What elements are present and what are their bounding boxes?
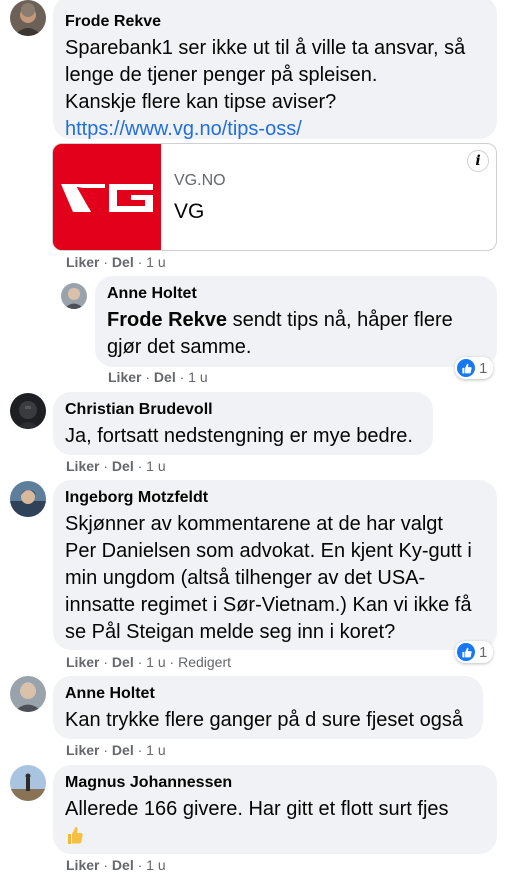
separator: · — [137, 254, 147, 270]
avatar[interactable] — [10, 0, 46, 36]
like-reaction-icon — [457, 359, 475, 377]
timestamp[interactable]: 1 u — [146, 254, 165, 270]
comment-text: Allerede 166 givere. Har gitt et flott s… — [65, 796, 485, 845]
avatar[interactable] — [10, 765, 46, 801]
reaction-number: 1 — [479, 359, 488, 377]
share-button[interactable]: Del — [112, 654, 134, 670]
avatar[interactable] — [10, 481, 46, 517]
comment-bubble: Magnus Johannessen Allerede 166 givere. … — [53, 765, 497, 854]
comment-text: Frode Rekve sendt tips nå, håper flere g… — [107, 307, 485, 361]
separator: · — [103, 458, 112, 474]
separator: · — [137, 654, 147, 670]
comment-line: Frode Rekve sendt tips nå, håper flere — [107, 307, 485, 334]
comment-line: Allerede 166 givere. Har gitt et flott s… — [65, 798, 449, 820]
share-button[interactable]: Del — [112, 857, 134, 873]
reaction-number: 1 — [479, 643, 488, 661]
comment-author[interactable]: Anne Holtet — [107, 284, 485, 304]
comment-line: Per Danielsen som advokat. En kjent Ky-g… — [65, 540, 472, 562]
timestamp[interactable]: 1 u — [188, 369, 207, 385]
avatar[interactable] — [10, 676, 46, 712]
comment-author[interactable]: Ingeborg Motzfeldt — [65, 488, 485, 508]
separator: · — [145, 369, 154, 385]
comment-author[interactable]: Anne Holtet — [65, 684, 471, 704]
comment-actions: Liker · Del · 1 u — [66, 742, 166, 758]
separator: · — [137, 742, 147, 758]
comment-text: Kan trykke flere ganger på d sure fjeset… — [65, 709, 464, 731]
comment-actions: Liker · Del · 1 u — [108, 369, 208, 385]
comment-author[interactable]: Frode Rekve — [65, 12, 485, 32]
vg-logo — [53, 144, 161, 250]
comment-line: Skjønner av kommentarene at de har valgt — [65, 513, 443, 535]
link-preview-card[interactable]: VG.NO VG i — [52, 143, 497, 251]
comment-bubble: Anne Holtet Kan trykke flere ganger på d… — [53, 676, 483, 739]
timestamp[interactable]: 1 u — [146, 654, 165, 670]
comment-author[interactable]: Christian Brudevoll — [65, 400, 421, 420]
separator: · — [103, 742, 112, 758]
comment-line: gjør det samme. — [107, 336, 252, 358]
comment-line: se Pål Steigan melde seg inn i koret? — [65, 621, 396, 643]
comment-link[interactable]: https://www.vg.no/tips-oss/ — [65, 116, 485, 143]
comment-actions: Liker · Del · 1 u · Redigert — [66, 654, 231, 670]
share-button[interactable]: Del — [112, 458, 134, 474]
share-button[interactable]: Del — [154, 369, 176, 385]
comment-text: Sparebank1 ser ikke ut til å ville ta an… — [65, 35, 485, 116]
separator: · — [103, 654, 112, 670]
share-button[interactable]: Del — [112, 254, 134, 270]
comment-actions: Liker · Del · 1 u — [66, 254, 166, 270]
comment-bubble: Ingeborg Motzfeldt Skjønner av kommentar… — [53, 480, 497, 650]
link-title: VG — [174, 200, 205, 223]
share-button[interactable]: Del — [112, 742, 134, 758]
separator: · — [137, 857, 147, 873]
avatar[interactable] — [61, 283, 87, 309]
vg-logo-icon — [53, 144, 161, 250]
timestamp[interactable]: 1 u — [146, 458, 165, 474]
comment-bubble: Anne Holtet Frode Rekve sendt tips nå, h… — [95, 276, 497, 367]
timestamp[interactable]: 1 u — [146, 742, 165, 758]
comment-line: min ungdom (altså tilhenger av det USA- — [65, 567, 426, 589]
comment-bubble: Christian Brudevoll Ja, fortsatt nedsten… — [53, 392, 433, 455]
reaction-count[interactable]: 1 — [455, 357, 494, 379]
like-button[interactable]: Liker — [66, 458, 99, 474]
comment-line-text: sendt tips nå, håper flere — [227, 309, 453, 331]
comment-author[interactable]: Magnus Johannessen — [65, 773, 485, 793]
comment-actions: Liker · Del · 1 u — [66, 458, 166, 474]
thumbs-up-emoji — [65, 825, 83, 845]
like-reaction-icon — [457, 643, 475, 661]
separator: · — [103, 857, 112, 873]
timestamp[interactable]: 1 u — [146, 857, 165, 873]
comment-bubble: Frode Rekve Sparebank1 ser ikke ut til å… — [53, 0, 497, 140]
avatar[interactable] — [10, 393, 46, 429]
separator: · — [169, 654, 179, 670]
reaction-count[interactable]: 1 — [455, 641, 494, 663]
comment-line: lenge de tjener penger på spleisen. — [65, 64, 378, 86]
separator: · — [137, 458, 147, 474]
like-button[interactable]: Liker — [66, 254, 99, 270]
edited-label[interactable]: Redigert — [178, 654, 231, 670]
comment-line: innsatte regimet i Sør-Vietnam.) Kan vi … — [65, 594, 472, 616]
comment-actions: Liker · Del · 1 u — [66, 857, 166, 873]
comment-text: Skjønner av kommentarene at de har valgt… — [65, 511, 485, 646]
like-button[interactable]: Liker — [66, 742, 99, 758]
like-button[interactable]: Liker — [108, 369, 141, 385]
like-button[interactable]: Liker — [66, 654, 99, 670]
separator: · — [103, 254, 112, 270]
separator: · — [179, 369, 189, 385]
info-icon[interactable]: i — [467, 150, 489, 172]
mention-link[interactable]: Frode Rekve — [107, 309, 227, 331]
comment-line: Sparebank1 ser ikke ut til å ville ta an… — [65, 37, 466, 59]
comment-text: Ja, fortsatt nedstengning er mye bedre. — [65, 425, 413, 447]
comment-line: Kanskje flere kan tipse aviser? — [65, 91, 337, 113]
like-button[interactable]: Liker — [66, 857, 99, 873]
link-domain: VG.NO — [174, 172, 226, 189]
